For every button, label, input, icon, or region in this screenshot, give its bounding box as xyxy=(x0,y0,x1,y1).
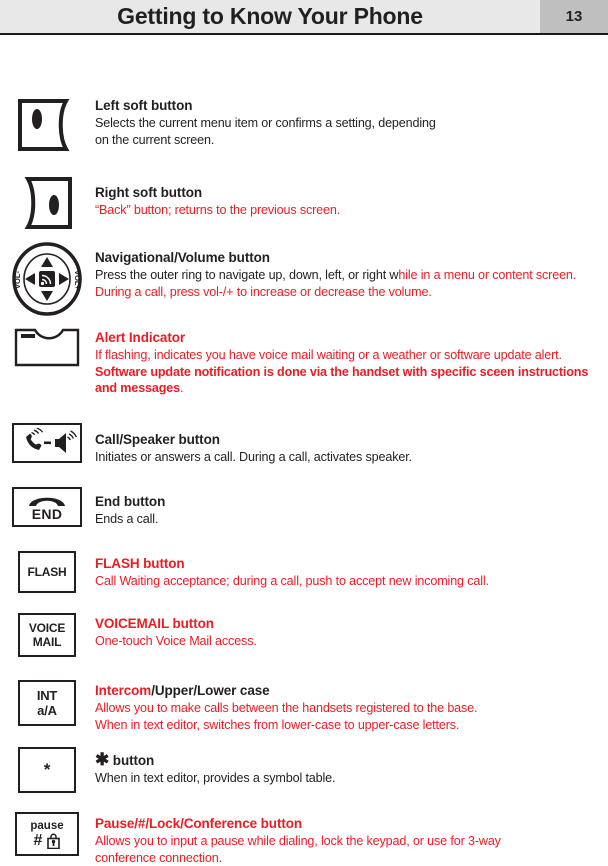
page-header: Getting to Know Your Phone 13 xyxy=(0,0,608,35)
end-button-icon: END xyxy=(10,487,84,527)
entry-desc-line-1: Selects the current menu item or confirm… xyxy=(95,115,600,132)
end-button-text: End button Ends a call. xyxy=(95,493,600,528)
star-icon-box: * xyxy=(18,747,76,793)
star-glyph-icon: ✱ xyxy=(95,750,109,769)
lock-icon xyxy=(47,833,60,849)
entry-title: Intercom/Upper/Lower case xyxy=(95,682,600,699)
entry-title-red-part: Intercom xyxy=(95,683,151,698)
entry-desc-line-1: Call Waiting acceptance; during a call, … xyxy=(95,573,600,590)
svg-text:VOL-: VOL- xyxy=(13,271,22,289)
entry-desc-line-1: Ends a call. xyxy=(95,511,600,528)
end-icon-box: END xyxy=(12,487,82,527)
intercom-icon-box: INT a/A xyxy=(18,680,76,726)
entry-desc-normal-1: If flashing, indicates you have voice ma… xyxy=(95,348,562,362)
entry-desc-line-2: conference connection. xyxy=(95,850,600,866)
entry-desc-line-1: One-touch Voice Mail access. xyxy=(95,633,600,650)
star-icon-label: * xyxy=(44,765,51,775)
entry-desc-line-1: Initiates or answers a call. During a ca… xyxy=(95,449,600,466)
entry-desc-black-part: Press the outer ring to navigate up, dow… xyxy=(95,268,398,282)
entry-title: VOICEMAIL button xyxy=(95,615,600,632)
entry-title: Call/Speaker button xyxy=(95,431,600,448)
entry-desc-line-1: “Back” button; returns to the previous s… xyxy=(95,202,600,219)
page-number: 13 xyxy=(540,0,608,33)
end-icon-label: END xyxy=(32,507,62,522)
voicemail-button-text: VOICEMAIL button One-touch Voice Mail ac… xyxy=(95,615,600,650)
entry-desc-normal-2: . xyxy=(180,381,183,395)
flash-button-text: FLASH button Call Waiting acceptance; du… xyxy=(95,555,600,590)
flash-icon-box: FLASH xyxy=(18,551,76,593)
pause-lock-conference-button-icon: pause # xyxy=(10,812,84,856)
pause-icon-box: pause # xyxy=(15,812,79,856)
flash-button-icon: FLASH xyxy=(10,551,84,593)
voicemail-icon-box: VOICE MAIL xyxy=(18,613,76,657)
entry-desc: Press the outer ring to navigate up, dow… xyxy=(95,267,600,300)
entry-title: End button xyxy=(95,493,600,510)
intercom-icon-label-line-2: a/A xyxy=(37,703,57,718)
left-soft-button-icon xyxy=(10,97,84,153)
entry-desc: If flashing, indicates you have voice ma… xyxy=(95,347,600,397)
voicemail-icon-label-line-2: MAIL xyxy=(33,635,62,649)
page-title: Getting to Know Your Phone xyxy=(0,0,540,33)
entry-desc-line-1: Allows you to input a pause while dialin… xyxy=(95,833,600,850)
voicemail-button-icon: VOICE MAIL xyxy=(10,613,84,657)
star-button-text: ✱ button When in text editor, provides a… xyxy=(95,751,600,787)
hash-icon: # xyxy=(34,833,43,849)
entry-desc-line-1: When in text editor, provides a symbol t… xyxy=(95,770,600,787)
entry-title: Navigational/Volume button xyxy=(95,249,600,266)
svg-text:VOL+: VOL+ xyxy=(73,270,82,290)
intercom-icon-label-line-1: INT xyxy=(37,688,57,703)
intercom-button-text: Intercom/Upper/Lower case Allows you to … xyxy=(95,682,600,733)
call-speaker-button-icon xyxy=(10,423,84,463)
call-speaker-icon-box xyxy=(12,423,82,463)
entry-desc-bold: Software update notification is done via… xyxy=(95,365,588,396)
entry-title-text: button xyxy=(109,753,154,768)
entry-desc-line-2: When in text editor, switches from lower… xyxy=(95,717,600,734)
intercom-button-icon: INT a/A xyxy=(10,680,84,726)
entry-desc-line-1: Allows you to make calls between the han… xyxy=(95,700,600,717)
entry-title-black-part: /Upper/Lower case xyxy=(151,683,269,698)
entry-title: FLASH button xyxy=(95,555,600,572)
entry-title: Right soft button xyxy=(95,184,600,201)
entry-title: Alert Indicator xyxy=(95,329,600,346)
left-soft-button-text: Left soft button Selects the current men… xyxy=(95,97,600,148)
pause-icon-label: pause xyxy=(30,820,63,833)
alert-indicator-icon xyxy=(10,327,84,369)
right-soft-button-icon xyxy=(10,175,84,231)
entry-title: ✱ button xyxy=(95,751,600,769)
navigational-volume-button-text: Navigational/Volume button Press the out… xyxy=(95,249,600,300)
right-soft-button-text: Right soft button “Back” button; returns… xyxy=(95,184,600,219)
voicemail-icon-label-line-1: VOICE xyxy=(29,621,65,635)
flash-icon-label: FLASH xyxy=(28,565,67,579)
pause-lock-conference-button-text: Pause/#/Lock/Conference button Allows yo… xyxy=(95,815,600,866)
call-speaker-button-text: Call/Speaker button Initiates or answers… xyxy=(95,431,600,466)
star-button-icon: * xyxy=(10,747,84,793)
alert-indicator-text: Alert Indicator If flashing, indicates y… xyxy=(95,329,600,397)
pause-icon-row-2: # xyxy=(34,833,61,849)
entry-desc-line-2: on the current screen. xyxy=(95,132,600,149)
entry-title: Left soft button xyxy=(95,97,600,114)
entry-title: Pause/#/Lock/Conference button xyxy=(95,815,600,832)
navigational-volume-button-icon: VOL- VOL+ xyxy=(10,241,84,317)
